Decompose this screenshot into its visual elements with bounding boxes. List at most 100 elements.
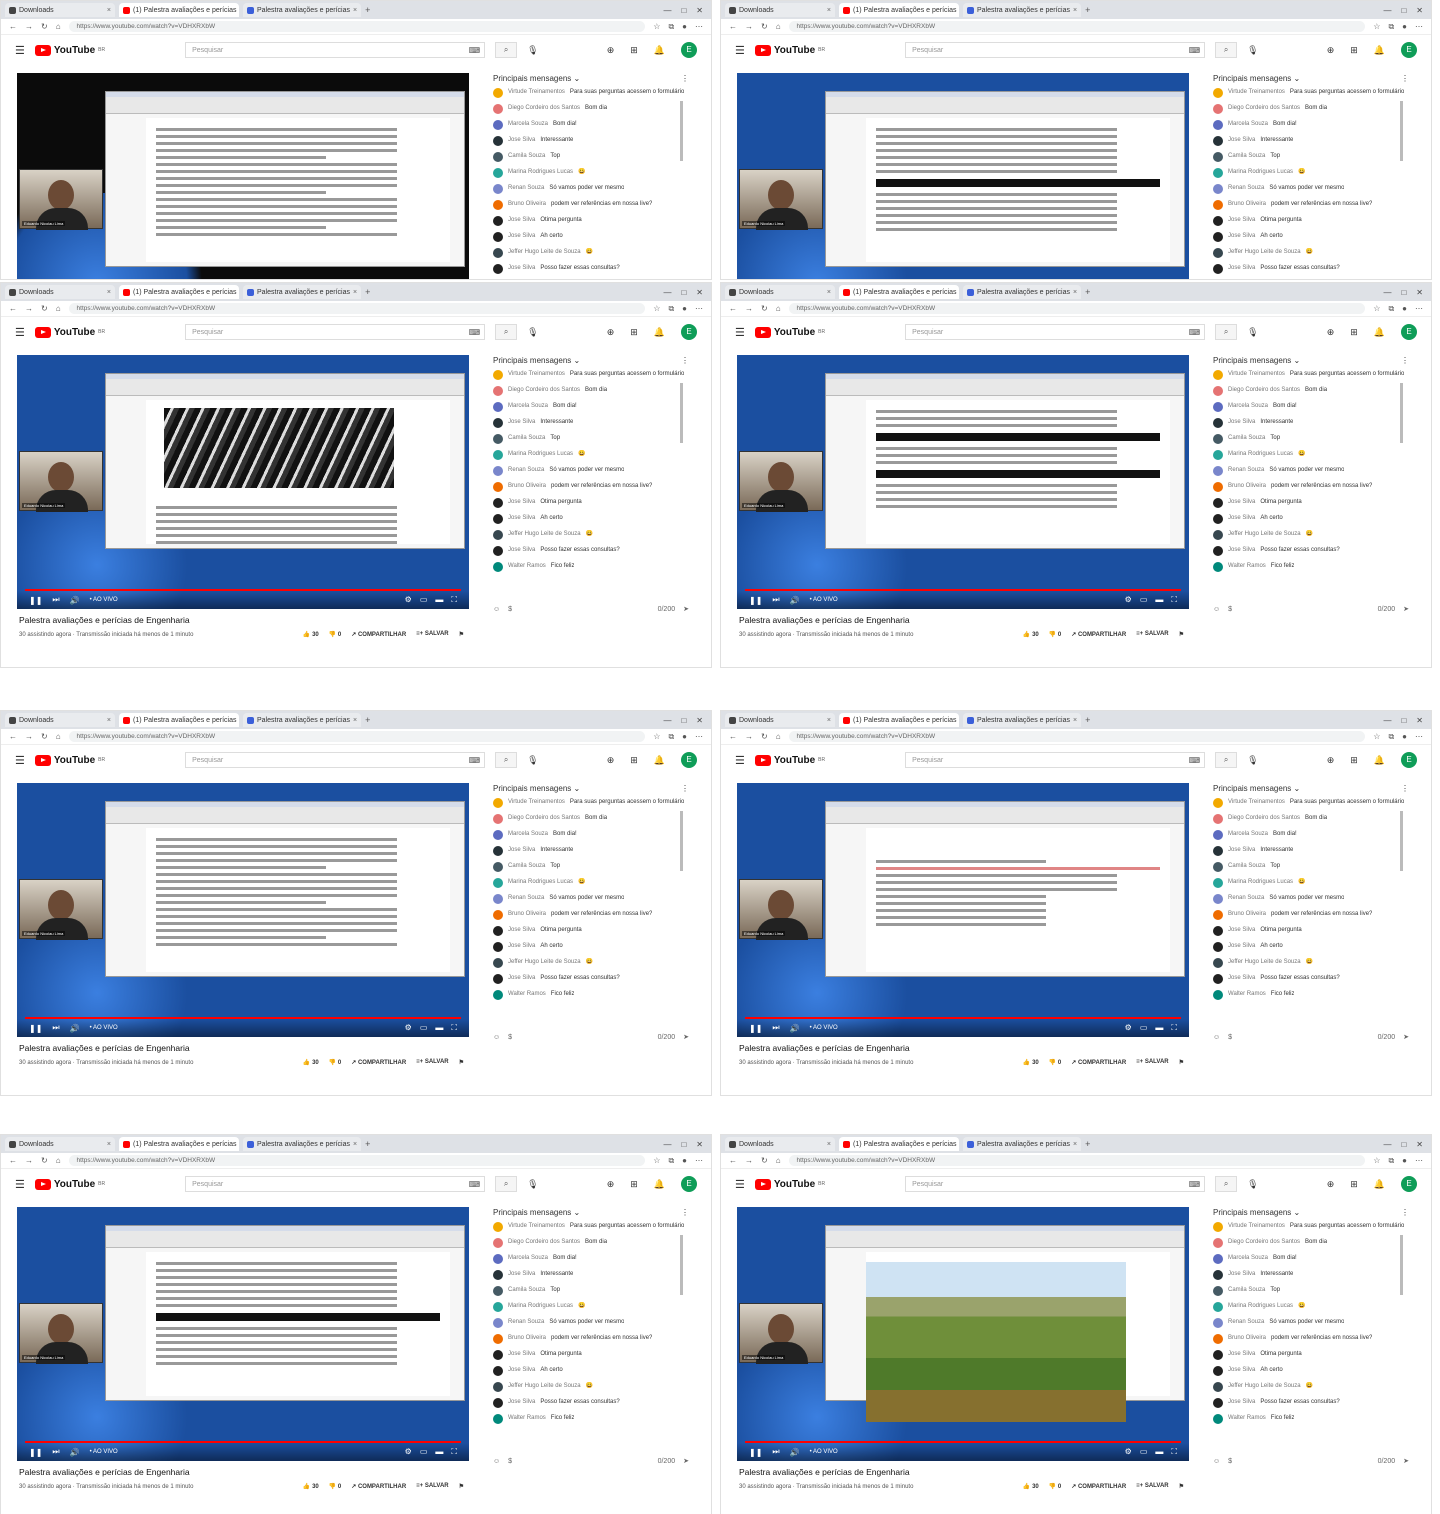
tab-youtube[interactable]: (1) Palestra avaliações e perícias× (119, 285, 239, 299)
forward-icon[interactable]: → (745, 732, 753, 741)
save-button[interactable]: ≡+ SALVAR (1136, 631, 1168, 638)
chevron-down-icon[interactable]: ⌄ (1291, 784, 1300, 793)
extensions-icon[interactable]: ⧉ (668, 22, 674, 32)
search-input[interactable]: Pesquisar ⌨ (185, 752, 486, 768)
chat-message[interactable]: Diego Cordeiro dos Santos Bom dia (493, 814, 689, 827)
fullscreen-icon[interactable]: ⛶ (1171, 1023, 1177, 1033)
dislike-button[interactable]: 👎 0 (329, 1483, 341, 1490)
chat-message[interactable]: Walter Ramos Fico feliz (493, 1414, 689, 1427)
search-input[interactable]: Pesquisar ⌨ (905, 42, 1206, 58)
like-button[interactable]: 👍 30 (1023, 1059, 1039, 1066)
pause-icon[interactable]: ❚❚ (749, 1024, 762, 1033)
keyboard-icon[interactable]: ⌨ (469, 328, 481, 337)
flag-icon[interactable]: ⚑ (459, 631, 464, 638)
chat-message[interactable]: Jeffer Hugo Leite de Souza 😀 (493, 958, 689, 971)
bell-icon[interactable]: 🔔 (654, 45, 665, 56)
tab-meet[interactable]: Palestra avaliações e perícias × (963, 3, 1082, 17)
chat-message[interactable]: Marcela Souza Bom dia! (1213, 1254, 1409, 1267)
emoji-icon[interactable]: ☺ (1213, 1034, 1220, 1041)
reload-icon[interactable]: ↻ (41, 732, 48, 741)
chat-message[interactable]: Jose Silva Posso fazer essas consultas? (493, 974, 689, 987)
theater-icon[interactable]: ▬ (1155, 1023, 1163, 1033)
new-tab-icon[interactable]: + (365, 287, 370, 297)
tab-meet[interactable]: Palestra avaliações e perícias × (243, 1137, 362, 1151)
chat-message[interactable]: Jose Silva Posso fazer essas consultas? (493, 264, 689, 277)
chat-message[interactable]: Camila Souza Top (493, 434, 689, 447)
superchat-icon[interactable]: $ (1228, 1034, 1232, 1041)
star-icon[interactable]: ☆ (653, 732, 660, 741)
chat-message[interactable]: Jeffer Hugo Leite de Souza 😀 (493, 1382, 689, 1395)
forward-icon[interactable]: → (25, 1156, 33, 1165)
minimize-icon[interactable]: — (1383, 1140, 1391, 1149)
superchat-icon[interactable]: $ (1228, 1458, 1232, 1465)
chat-message[interactable]: Jose Silva Ótima pergunta (1213, 1350, 1409, 1363)
chat-message[interactable]: Diego Cordeiro dos Santos Bom dia (1213, 104, 1409, 117)
chat-message[interactable]: Virtude Treinamentos Para suas perguntas … (1213, 1222, 1409, 1235)
more-icon[interactable]: ⋮ (681, 784, 689, 793)
youtube-logo[interactable]: YouTube BR (754, 754, 825, 766)
save-button[interactable]: ≡+ SALVAR (1136, 1483, 1168, 1490)
chat-scrollbar[interactable] (1400, 101, 1403, 161)
url-field[interactable]: https://www.youtube.com/watch?v=VDHXRXbW (788, 1155, 1366, 1166)
pause-icon[interactable]: ❚❚ (749, 596, 762, 605)
share-button[interactable]: ↗ COMPARTILHAR (1071, 1483, 1126, 1490)
mic-icon[interactable]: 🎙 (1247, 327, 1258, 338)
home-icon[interactable]: ⌂ (56, 732, 61, 741)
theater-icon[interactable]: ▬ (435, 1023, 443, 1033)
chat-message[interactable]: Marina Rodrigues Lucas 😀 (1213, 168, 1409, 181)
send-icon[interactable]: ➤ (1403, 1033, 1409, 1041)
create-icon[interactable]: ⊕ (1327, 1179, 1335, 1190)
video-player[interactable]: Eduardo Nicolau Lima ❚❚ ⏭ 🔊 • AO VIVO ⚙ … (17, 73, 469, 279)
menu-icon[interactable]: ⋯ (695, 304, 703, 313)
chat-message[interactable]: Bruno Oliveira podem ver referências em n… (1213, 1334, 1409, 1347)
hamburger-icon[interactable]: ☰ (735, 44, 745, 57)
youtube-logo[interactable]: YouTube BR (754, 326, 825, 338)
back-icon[interactable]: ← (9, 304, 17, 313)
tab-meet[interactable]: Palestra avaliações e perícias × (243, 285, 362, 299)
url-field[interactable]: https://www.youtube.com/watch?v=VDHXRXbW (68, 731, 646, 742)
settings-icon[interactable]: ⚙ (1125, 1447, 1132, 1457)
like-button[interactable]: 👍 30 (1023, 1483, 1039, 1490)
tab-downloads[interactable]: Downloads × (5, 285, 115, 299)
volume-icon[interactable]: 🔊 (70, 1024, 80, 1033)
chat-message[interactable]: Marina Rodrigues Lucas 😀 (1213, 450, 1409, 463)
tab-downloads[interactable]: Downloads × (725, 1137, 835, 1151)
next-icon[interactable]: ⏭ (52, 595, 59, 605)
apps-icon[interactable]: ⊞ (1350, 327, 1358, 338)
chat-message[interactable]: Walter Ramos Fico feliz (1213, 1414, 1409, 1427)
url-field[interactable]: https://www.youtube.com/watch?v=VDHXRXbW (68, 303, 646, 314)
close-icon[interactable]: × (353, 289, 357, 296)
extensions-icon[interactable]: ⧉ (1388, 732, 1394, 742)
mic-icon[interactable]: 🎙 (1247, 755, 1258, 766)
profile-icon[interactable]: ● (1402, 304, 1407, 313)
back-icon[interactable]: ← (729, 732, 737, 741)
theater-icon[interactable]: ▬ (435, 1447, 443, 1457)
save-button[interactable]: ≡+ SALVAR (416, 1483, 448, 1490)
video-player[interactable]: Eduardo Nicolau Lima ❚❚ ⏭ 🔊 • AO VIVO ⚙ … (737, 355, 1189, 609)
chevron-down-icon[interactable]: ⌄ (571, 784, 580, 793)
video-player[interactable]: Eduardo Nicolau Lima ❚❚ ⏭ 🔊 • AO VIVO ⚙ … (17, 355, 469, 609)
tab-meet[interactable]: Palestra avaliações e perícias × (963, 713, 1082, 727)
tab-downloads[interactable]: Downloads × (725, 713, 835, 727)
chat-message[interactable]: Jose Silva Posso fazer essas consultas? (1213, 1398, 1409, 1411)
hamburger-icon[interactable]: ☰ (735, 754, 745, 767)
tab-meet[interactable]: Palestra avaliações e perícias × (963, 285, 1082, 299)
pause-icon[interactable]: ❚❚ (29, 596, 42, 605)
chat-message[interactable]: Jose Silva Ótima pergunta (1213, 498, 1409, 511)
search-input[interactable]: Pesquisar ⌨ (185, 42, 486, 58)
profile-icon[interactable]: ● (1402, 732, 1407, 741)
bell-icon[interactable]: 🔔 (1374, 45, 1385, 56)
chat-message[interactable]: Bruno Oliveira podem ver referências em n… (493, 910, 689, 923)
url-field[interactable]: https://www.youtube.com/watch?v=VDHXRXbW (788, 21, 1366, 32)
maximize-icon[interactable]: □ (1401, 6, 1406, 15)
settings-icon[interactable]: ⚙ (1125, 595, 1132, 605)
close-icon[interactable]: × (1073, 717, 1077, 724)
chat-message[interactable]: Renan Souza Só vamos poder ver mesmo (493, 466, 689, 479)
chat-message[interactable]: Jose Silva Interessante (493, 418, 689, 431)
chevron-down-icon[interactable]: ⌄ (571, 1208, 580, 1217)
apps-icon[interactable]: ⊞ (630, 755, 638, 766)
theater-icon[interactable]: ▬ (435, 595, 443, 605)
close-window-icon[interactable]: ✕ (1416, 1140, 1423, 1149)
fullscreen-icon[interactable]: ⛶ (451, 595, 457, 605)
search-button[interactable]: ⌕ (495, 752, 518, 768)
